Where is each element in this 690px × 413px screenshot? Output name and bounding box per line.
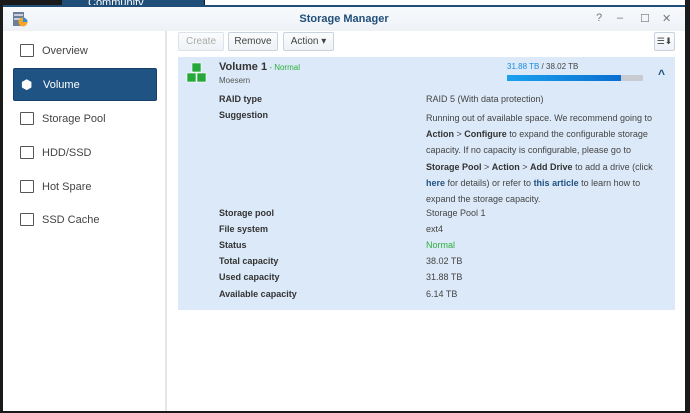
suggestion-line: expand the storage capacity. — [426, 194, 541, 205]
usage-bar-fill — [507, 75, 621, 81]
suggestion-label: Suggestion — [219, 110, 268, 120]
ssd-cache-icon — [20, 213, 34, 226]
raid-type-value: RAID 5 (With data protection) — [426, 94, 544, 104]
s: Action — [491, 161, 520, 172]
suggestion-line: capacity. If no capacity is configurable… — [426, 145, 631, 156]
volume-name: Volume 1 — [219, 61, 268, 73]
close-button[interactable]: ✕ — [662, 12, 671, 25]
sidebar-item-ssd-cache[interactable]: SSD Cache — [13, 203, 157, 236]
volume-status: Normal — [274, 63, 300, 72]
status-value: Normal — [426, 240, 456, 250]
suggestion-line: Action > Configure to expand the configu… — [426, 126, 656, 142]
status-label: Status — [219, 240, 247, 250]
sort-button[interactable]: ☰⬇ — [654, 32, 675, 51]
s: Storage Pool — [426, 161, 482, 172]
total-capacity-label: Total capacity — [219, 256, 279, 266]
volume-card[interactable]: Volume 1 - Normal Moesern 31.88 TB / 38.… — [178, 57, 675, 310]
collapse-chevron-icon[interactable]: ^ — [658, 67, 665, 81]
sidebar-item-label: SSD Cache — [42, 213, 100, 226]
s: Configure — [464, 129, 507, 140]
sidebar-item-label: Storage Pool — [42, 112, 106, 125]
s: for details) or refer to — [445, 177, 534, 188]
s: > — [481, 161, 492, 172]
remove-button[interactable]: Remove — [228, 32, 278, 51]
help-button[interactable]: ? — [596, 12, 602, 24]
suggestion-line: here for details) or refer to this artic… — [426, 175, 656, 191]
create-button[interactable]: Create — [178, 32, 224, 51]
this-article-link[interactable]: this article — [534, 178, 579, 188]
maximize-button[interactable]: ☐ — [640, 12, 650, 25]
s: > — [454, 129, 465, 140]
used-capacity-value: 31.88 TB — [426, 272, 463, 282]
hot-spare-icon — [20, 180, 34, 193]
title-bar[interactable]: Storage Manager ? – ☐ ✕ — [3, 7, 685, 31]
used-amount: 31.88 TB — [507, 62, 540, 71]
suggestion-line: Storage Pool > Action > Add Drive to add… — [426, 159, 656, 175]
file-system-value: ext4 — [426, 224, 444, 234]
suggestion-line: Running out of available space. We recom… — [426, 113, 652, 123]
minimize-button[interactable]: – — [617, 12, 623, 24]
sidebar-item-label: Volume — [43, 78, 80, 91]
here-link[interactable]: here — [426, 178, 445, 188]
sidebar-item-label: Hot Spare — [42, 180, 92, 193]
s: to learn how to — [578, 177, 641, 188]
action-dropdown-button[interactable]: Action ▾ — [283, 32, 334, 51]
sidebar-item-hdd-ssd[interactable]: HDD/SSD — [13, 136, 157, 169]
sidebar: Overview ⬢ Volume Storage Pool HDD/SSD Ho… — [3, 31, 167, 411]
used-capacity-label: Used capacity — [219, 272, 280, 282]
volume-icon: ⬢ — [21, 77, 33, 92]
storage-pool-value: Storage Pool 1 — [426, 208, 486, 218]
storage-manager-window: Storage Manager ? – ☐ ✕ Overview ⬢ Volume… — [3, 5, 685, 411]
window-title: Storage Manager — [299, 13, 389, 25]
volume-header: Volume 1 - Normal — [219, 61, 300, 73]
usage-text: 31.88 TB / 38.02 TB — [507, 62, 578, 71]
sidebar-item-overview[interactable]: Overview — [13, 34, 157, 67]
raid-type-label: RAID type — [219, 94, 263, 104]
sidebar-item-label: Overview — [42, 44, 88, 57]
volume-description: Moesern — [219, 76, 251, 85]
available-capacity-value: 6.14 TB — [426, 289, 458, 299]
total-capacity-value: 38.02 TB — [426, 256, 463, 266]
suggestion-text: Running out of available space. We recom… — [426, 110, 656, 207]
storage-pool-icon — [20, 112, 34, 125]
hdd-icon — [20, 146, 34, 159]
volume-cubes-icon — [186, 62, 207, 83]
total-amount: / 38.02 TB — [539, 62, 579, 71]
sidebar-item-volume[interactable]: ⬢ Volume — [13, 68, 157, 101]
s: > — [519, 161, 531, 172]
s: Add Drive — [530, 161, 573, 172]
usage-bar — [507, 75, 643, 81]
available-capacity-label: Available capacity — [219, 289, 297, 299]
s: to add a drive (click — [572, 161, 653, 172]
storage-pool-label: Storage pool — [219, 208, 275, 218]
s: to expand the configurable storage — [506, 129, 648, 140]
s: Action — [426, 129, 454, 140]
file-system-label: File system — [219, 224, 269, 234]
sidebar-item-hot-spare[interactable]: Hot Spare — [13, 170, 157, 203]
sidebar-item-storage-pool[interactable]: Storage Pool — [13, 102, 157, 135]
sidebar-item-label: HDD/SSD — [42, 146, 92, 159]
overview-icon — [20, 44, 34, 57]
